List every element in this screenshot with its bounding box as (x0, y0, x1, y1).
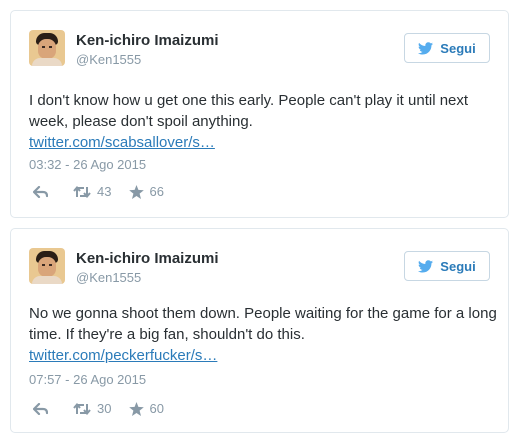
favorite-button[interactable]: 60 (129, 401, 164, 416)
reply-button[interactable] (33, 185, 49, 198)
favorite-count: 60 (149, 401, 164, 416)
tweet-link[interactable]: twitter.com/scabsallover/s… (29, 134, 215, 151)
author-handle[interactable]: @Ken1555 (76, 270, 141, 285)
retweet-icon (73, 402, 91, 415)
author-name[interactable]: Ken-ichiro Imaizumi (76, 32, 219, 49)
author-handle[interactable]: @Ken1555 (76, 52, 141, 67)
tweet-actions: 43 66 (33, 184, 164, 199)
tweet-timestamp[interactable]: 03:32 - 26 Ago 2015 (29, 157, 146, 172)
tweet-timestamp[interactable]: 07:57 - 26 Ago 2015 (29, 372, 146, 387)
follow-button[interactable]: Segui (404, 33, 490, 63)
follow-button[interactable]: Segui (404, 251, 490, 281)
follow-button-label: Segui (440, 40, 476, 56)
star-icon (129, 184, 145, 199)
avatar[interactable] (29, 248, 65, 284)
favorite-count: 66 (149, 184, 164, 199)
tweet-actions: 30 60 (33, 401, 164, 416)
author-name[interactable]: Ken-ichiro Imaizumi (76, 250, 219, 267)
retweet-button[interactable]: 43 (73, 184, 111, 199)
tweet-text: No we gonna shoot them down. People wait… (29, 303, 499, 366)
twitter-bird-icon (418, 259, 434, 272)
tweet-card: Ken-ichiro Imaizumi @Ken1555 Segui I don… (10, 10, 509, 218)
retweet-count: 43 (97, 184, 112, 199)
avatar[interactable] (29, 30, 65, 66)
favorite-button[interactable]: 66 (129, 184, 164, 199)
reply-icon (33, 402, 48, 415)
reply-button[interactable] (33, 402, 49, 415)
tweet-link[interactable]: twitter.com/peckerfucker/s… (29, 347, 217, 364)
twitter-bird-icon (418, 41, 434, 54)
retweet-button[interactable]: 30 (73, 401, 111, 416)
tweet-text: I don't know how u get one this early. P… (29, 90, 499, 153)
star-icon (129, 401, 145, 416)
retweet-icon (73, 185, 91, 198)
tweet-body: No we gonna shoot them down. People wait… (29, 305, 497, 343)
retweet-count: 30 (97, 401, 112, 416)
reply-icon (33, 185, 48, 198)
follow-button-label: Segui (440, 258, 476, 274)
tweet-card: Ken-ichiro Imaizumi @Ken1555 Segui No we… (10, 228, 509, 433)
tweet-body: I don't know how u get one this early. P… (29, 92, 469, 130)
